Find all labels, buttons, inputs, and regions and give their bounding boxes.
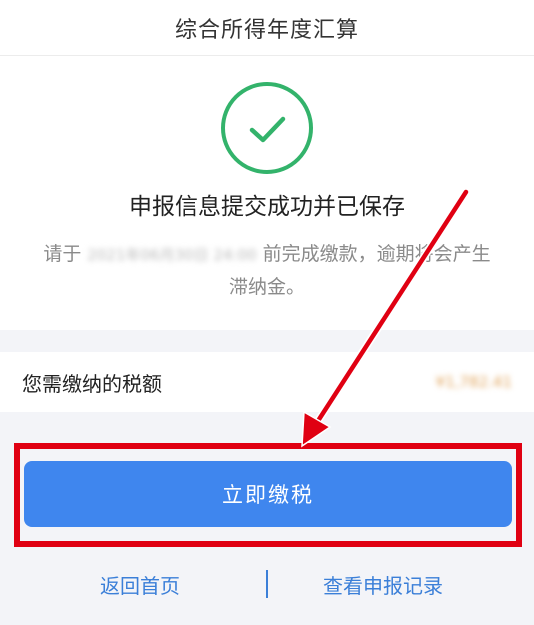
check-circle-icon [221,82,313,174]
bottom-links: 返回首页 查看申报记录 [0,562,534,606]
page-title: 综合所得年度汇算 [174,17,359,43]
deadline-suffix: 前完成缴款，逾期将会产生滞纳金。 [228,243,491,298]
deadline-notice: 请于 2021年06月30日 24:00 前完成缴款，逾期将会产生滞纳金。 [40,238,494,303]
deadline-prefix: 请于 [43,243,82,265]
checkmark-icon [249,116,286,143]
deadline-date: 2021年06月30日 24:00 [87,245,257,264]
pay-now-button[interactable]: 立即缴税 [24,461,512,527]
page-header: 综合所得年度汇算 [0,0,534,56]
link-divider [266,570,268,598]
tax-amount-row: 您需缴纳的税额 ¥1,782.41 [0,352,534,412]
success-message: 申报信息提交成功并已保存 [129,194,405,220]
section-divider [0,330,534,352]
return-home-link[interactable]: 返回首页 [100,570,180,599]
tax-label: 您需缴纳的税额 [22,371,162,396]
tax-amount: ¥1,782.41 [435,373,512,391]
view-records-link[interactable]: 查看申报记录 [323,570,443,599]
